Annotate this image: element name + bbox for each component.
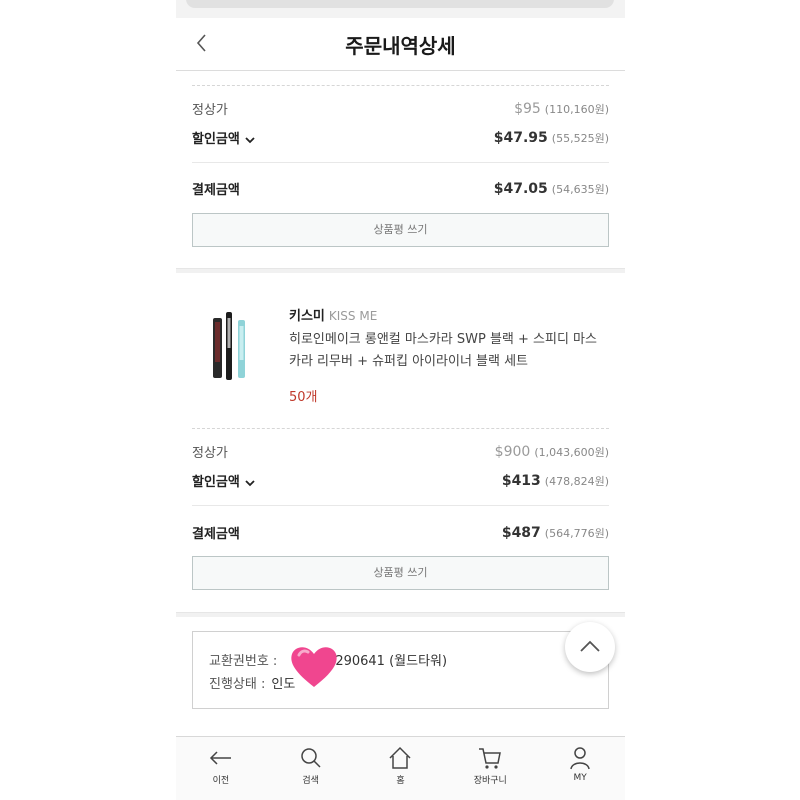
mascara-set-image xyxy=(213,312,245,380)
section-gap xyxy=(176,612,625,617)
status-strip xyxy=(176,0,625,18)
header: 주문내역상세 xyxy=(176,18,625,71)
divider xyxy=(192,85,609,86)
write-review-button[interactable]: 상품평 쓰기 xyxy=(192,213,609,247)
product-quantity: 50개 xyxy=(289,390,318,405)
brand: 키스미 KISS ME xyxy=(289,305,377,324)
regular-price-usd: $95 xyxy=(514,101,541,117)
discount-amount: $47.95 (55,525원) xyxy=(494,127,609,146)
status-label: 진행상태 : xyxy=(209,677,266,692)
discount-krw: (55,525원) xyxy=(551,132,609,145)
write-review-button[interactable]: 상품평 쓰기 xyxy=(192,556,609,590)
brand-korean: 키스미 xyxy=(289,309,325,324)
divider xyxy=(192,162,609,163)
tab-home[interactable]: 홈 xyxy=(356,737,446,800)
regular-price-usd: $900 xyxy=(494,444,531,460)
discount-label-text: 할인금액 xyxy=(192,475,240,490)
discount-row[interactable]: 할인금액 $413 (478,824원) xyxy=(192,468,609,492)
payment-krw: (54,635원) xyxy=(551,183,609,196)
bottom-tab-bar: 이전 검색 홈 장바구니 MY xyxy=(176,736,625,800)
page-title: 주문내역상세 xyxy=(345,34,456,58)
discount-row[interactable]: 할인금액 $47.95 (55,525원) xyxy=(192,125,609,149)
tab-cart[interactable]: 장바구니 xyxy=(445,737,535,800)
exchange-voucher-box: 교환권번호 : 290641 (월드타워) 진행상태 : 인도 xyxy=(192,631,609,709)
tab-search[interactable]: 검색 xyxy=(266,737,356,800)
voucher-value: 290641 (월드타워) xyxy=(335,654,448,669)
order-detail-content: 정상가 $95 (110,160원) 할인금액 $47.95 (55,525원) 결… xyxy=(176,72,625,736)
payment-label: 결제금액 xyxy=(192,183,240,198)
discount-label[interactable]: 할인금액 xyxy=(192,128,256,147)
user-icon xyxy=(570,747,590,770)
regular-price-row: 정상가 $900 (1,043,600원) xyxy=(192,439,609,463)
regular-price-krw: (110,160원) xyxy=(544,103,609,116)
chevron-up-icon xyxy=(580,640,600,652)
section-gap xyxy=(176,268,625,273)
search-icon xyxy=(300,748,321,768)
discount-label-text: 할인금액 xyxy=(192,132,240,147)
chevron-down-icon xyxy=(245,136,255,143)
payment-row: 결제금액 $487 (564,776원) xyxy=(192,520,609,544)
divider xyxy=(192,505,609,506)
regular-price-label: 정상가 xyxy=(192,446,228,461)
discount-usd: $413 xyxy=(501,473,541,489)
scroll-to-top-button[interactable] xyxy=(565,622,615,672)
regular-price-amount: $95 (110,160원) xyxy=(514,98,609,117)
regular-price-row: 정상가 $95 (110,160원) xyxy=(192,96,609,120)
tab-my[interactable]: MY xyxy=(535,737,625,800)
back-arrow-icon xyxy=(209,751,231,765)
payment-row: 결제금액 $47.05 (54,635원) xyxy=(192,176,609,200)
payment-usd: $487 xyxy=(501,525,541,541)
discount-krw: (478,824원) xyxy=(544,475,609,488)
discount-usd: $47.95 xyxy=(493,130,548,146)
chevron-down-icon xyxy=(245,479,255,486)
status-pill xyxy=(186,0,614,8)
tab-label: 장바구니 xyxy=(473,776,507,786)
tab-label: MY xyxy=(573,773,587,783)
tab-back[interactable]: 이전 xyxy=(176,737,266,800)
divider xyxy=(192,428,609,429)
payment-usd: $47.05 xyxy=(493,181,548,197)
regular-price-amount: $900 (1,043,600원) xyxy=(495,441,609,460)
home-icon xyxy=(389,746,412,769)
regular-price-label: 정상가 xyxy=(192,103,228,118)
cart-icon xyxy=(479,748,502,769)
payment-amount: $487 (564,776원) xyxy=(502,522,609,541)
brand-english: KISS ME xyxy=(328,309,378,323)
phone-screen: 주문내역상세 정상가 $95 (110,160원) 할인금액 $47.95 (55,… xyxy=(176,0,625,800)
regular-price-krw: (1,043,600원) xyxy=(534,446,609,459)
tab-label: 검색 xyxy=(302,776,319,786)
payment-amount: $47.05 (54,635원) xyxy=(494,178,609,197)
tab-label: 홈 xyxy=(396,776,405,786)
payment-label: 결제금액 xyxy=(192,527,240,542)
heart-sticker-icon xyxy=(291,647,337,687)
product-name[interactable]: 히로인메이크 롱앤컬 마스카라 SWP 블랙 + 스피디 마스카라 리무버 + … xyxy=(289,329,599,373)
discount-amount: $413 (478,824원) xyxy=(502,470,609,489)
voucher-label: 교환권번호 : xyxy=(209,654,278,669)
tab-label: 이전 xyxy=(212,776,230,786)
status-line: 진행상태 : 인도 xyxy=(209,673,295,692)
payment-krw: (564,776원) xyxy=(544,527,609,540)
discount-label[interactable]: 할인금액 xyxy=(192,471,256,490)
